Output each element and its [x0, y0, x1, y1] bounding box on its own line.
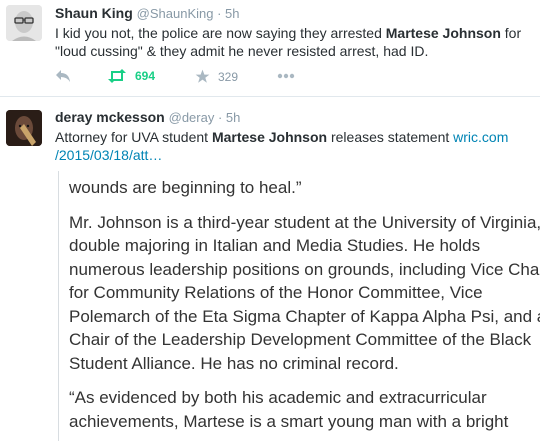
author-handle[interactable]: @ShaunKing — [137, 6, 214, 21]
hashtag-mention: Martese Johnson — [211, 129, 328, 145]
tweet-shaun-king: Shaun King @ShaunKing · 5h I kid you not… — [0, 0, 540, 96]
timestamp[interactable]: 5h — [225, 6, 239, 21]
favorite-count: 329 — [218, 69, 239, 84]
article-paragraph: wounds are beginning to heal.” — [69, 178, 302, 197]
avatar[interactable] — [6, 110, 42, 146]
separator: · — [213, 6, 226, 21]
reply-button[interactable] — [55, 69, 71, 83]
avatar[interactable] — [6, 5, 42, 41]
tweet-text: I kid you not, the police are now saying… — [55, 25, 522, 59]
separator: · — [214, 110, 226, 125]
favorite-icon — [195, 69, 210, 84]
article-paragraph: “As evidenced by both his academic and e… — [69, 388, 509, 431]
retweet-icon — [107, 69, 127, 83]
favorite-button[interactable]: 329 — [195, 69, 238, 84]
author-name[interactable]: deray mckesson — [55, 109, 165, 125]
reply-icon — [55, 69, 71, 83]
author-handle[interactable]: @deray — [169, 110, 215, 125]
article-excerpt: wounds are beginning to heal.” Mr. Johns… — [69, 176, 540, 444]
more-button[interactable] — [277, 73, 295, 79]
retweet-button[interactable]: 694 — [107, 69, 155, 83]
tweet-text: Attorney for UVA student Martese Johnson… — [55, 129, 509, 163]
author-name[interactable]: Shaun King — [55, 5, 133, 21]
article-paragraph: Mr. Johnson is a third-year student at t… — [69, 212, 540, 373]
timestamp[interactable]: 5h — [226, 110, 240, 125]
hashtag-mention: Martese Johnson — [385, 25, 501, 41]
more-icon — [277, 73, 295, 79]
retweet-count: 694 — [135, 69, 156, 83]
